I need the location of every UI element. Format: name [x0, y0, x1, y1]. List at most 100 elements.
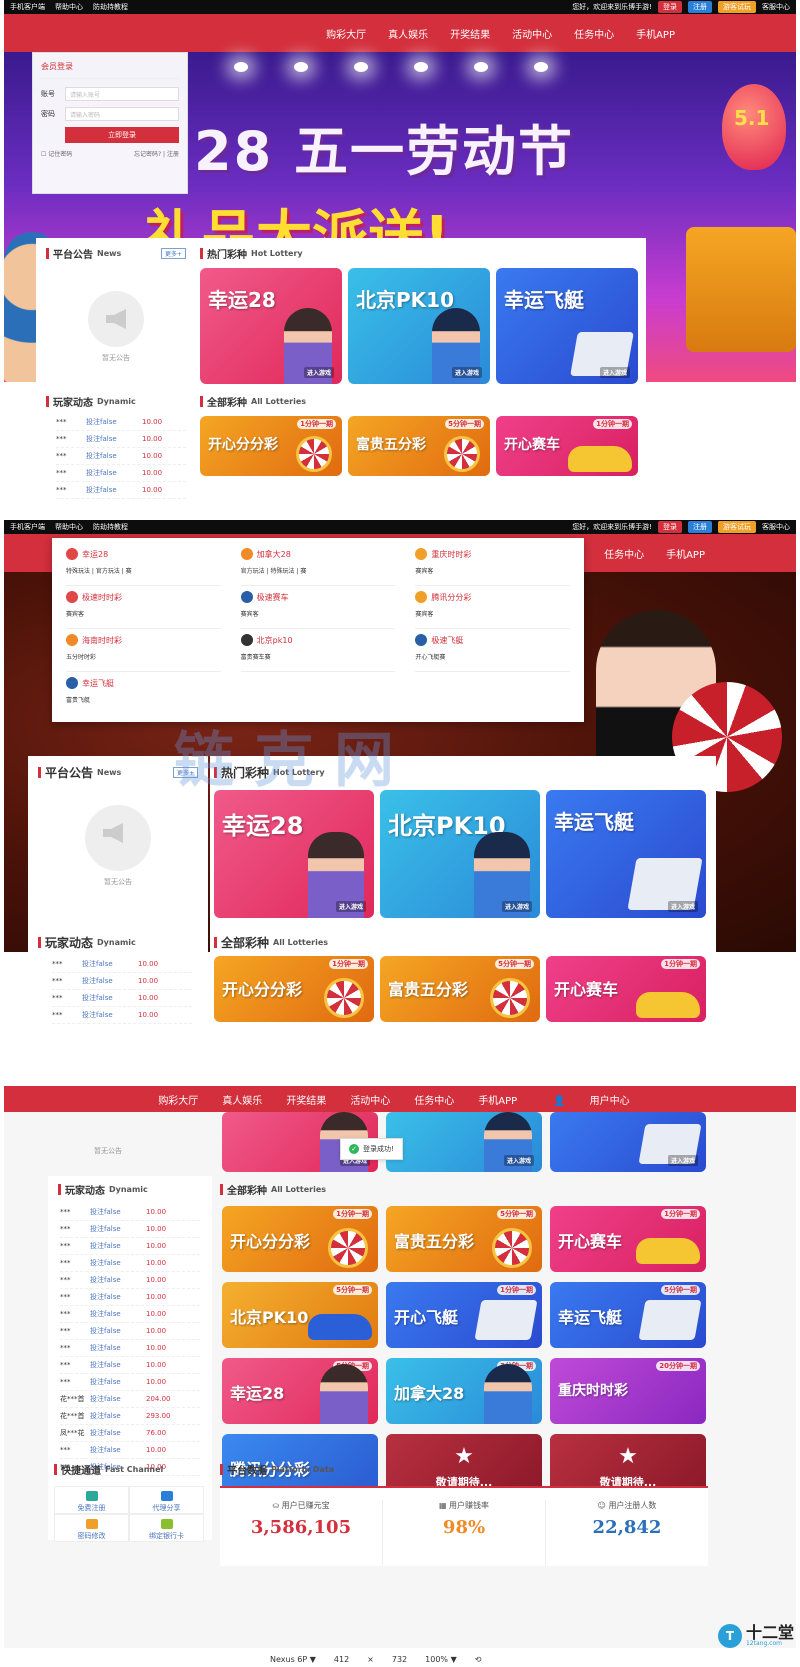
help-link[interactable]: 帮助中心	[55, 2, 83, 12]
dropdown-item-bj-pk10[interactable]: 北京pk10 富贵赛车赛	[240, 630, 396, 672]
card-xingyun-feiting[interactable]: 幸运飞艇 5分钟一期	[550, 1282, 706, 1348]
hot-card-xingyun-feiting[interactable]: 幸运飞艇 进入游戏	[496, 268, 638, 384]
nav-app[interactable]: 手机APP	[625, 26, 686, 41]
trial-button[interactable]: 游客试玩	[718, 521, 756, 533]
service-link[interactable]: 客服中心	[762, 2, 790, 12]
dropdown-item-xingyun-feiting[interactable]: 幸运飞艇 富贵飞艇	[66, 673, 221, 715]
account-input[interactable]: 请输入账号	[65, 87, 179, 101]
main-nav: 购彩大厅 真人娱乐 开奖结果 活动中心 任务中心 手机APP	[4, 14, 796, 52]
bind-bank-card-button[interactable]: 绑定银行卡	[129, 1514, 204, 1542]
nav-app[interactable]: 手机APP	[466, 1092, 529, 1107]
card-kaixin-feiting[interactable]: 开心飞艇 1分钟一期	[386, 1282, 542, 1348]
anti-hijack-link[interactable]: 防劫持教程	[93, 522, 128, 532]
nav-tasks[interactable]: 任务中心	[402, 1092, 466, 1107]
banner-headline: 28 五一劳动节	[194, 120, 574, 183]
nav-activities[interactable]: 活动中心	[501, 26, 563, 41]
dropdown-item-xingyun28[interactable]: 幸运28 特殊玩法 | 官方玩法 | 赛	[66, 544, 221, 586]
register-button[interactable]: 注册	[688, 1, 712, 13]
list-item: *** 投注false 10.00	[60, 1204, 200, 1221]
login-title: 会员登录	[41, 61, 179, 79]
card-kaixin-saiche[interactable]: 开心赛车 1分钟一期	[496, 416, 638, 476]
devtools-bar: Nexus 6P ▼ 412 × 732 100% ▼ ⟲	[0, 1652, 800, 1667]
chart-icon: ▦	[438, 1501, 450, 1510]
nav-activities[interactable]: 活动中心	[338, 1092, 402, 1107]
dynamic-panel: 玩家动态 Dynamic *** 投注false 10.00 *** 投注false 10…	[36, 388, 196, 515]
service-link[interactable]: 客服中心	[762, 522, 790, 532]
dropdown-item-hainan-ssc[interactable]: 海南时时彩 五分时时彩	[66, 630, 221, 672]
dropdown-item-cqssc[interactable]: 重庆时时彩 赛宾客	[415, 544, 570, 586]
card-fugui-5fc[interactable]: 富贵五分彩 5分钟一期	[386, 1206, 542, 1272]
rotate-icon[interactable]: ⟲	[475, 1655, 482, 1664]
dropdown-item-jisu-ssc[interactable]: 极速时时彩 赛宾客	[66, 587, 221, 629]
hot-card-xingyun28[interactable]: 幸运28 进入游戏	[214, 790, 374, 918]
list-item: *** 投注false 10.00	[60, 1442, 200, 1459]
nav-app[interactable]: 手机APP	[655, 546, 716, 561]
device-select[interactable]: Nexus 6P ▼	[270, 1655, 316, 1664]
register-button[interactable]: 注册	[688, 521, 712, 533]
list-item: *** 投注false 10.00	[60, 1306, 200, 1323]
change-password-button[interactable]: 密码修改	[54, 1514, 129, 1542]
forgot-password-link[interactable]: 忘记密码?	[134, 151, 161, 158]
width-field[interactable]: 412	[334, 1655, 349, 1664]
list-item: 花***首 投注false 204.00	[60, 1391, 200, 1408]
nav-lottery-hall[interactable]: 购彩大厅	[315, 26, 377, 41]
nav-tasks[interactable]: 任务中心	[593, 546, 655, 561]
platform-data-header: 平台数据 Platform Data	[216, 1458, 714, 1482]
login-button[interactable]: 登录	[658, 521, 682, 533]
notice-panel: 平台公告 News 更多+ 暂无公告	[36, 238, 196, 388]
hot-card-pk10[interactable]: 北京PK10 进入游戏	[348, 268, 490, 384]
login-submit-button[interactable]: 立即登录	[65, 127, 179, 143]
nav-live-casino[interactable]: 真人娱乐	[210, 1092, 274, 1107]
card-cq-ssc[interactable]: 重庆时时彩 20分钟一期	[550, 1358, 706, 1424]
hot-card-xingyun28[interactable]: 幸运28 进入游戏	[200, 268, 342, 384]
trial-button[interactable]: 游客试玩	[718, 1, 756, 13]
stat-rate: ▦ 用户赚钱率 98%	[383, 1500, 546, 1566]
mobile-client-link[interactable]: 手机客户端	[10, 522, 45, 532]
dropdown-item-jisu-saiche[interactable]: 极速赛车 赛宾客	[240, 587, 396, 629]
nav-live-casino[interactable]: 真人娱乐	[377, 26, 439, 41]
nav-user-center[interactable]: 👤 用户中心	[529, 1092, 653, 1107]
agent-share-button[interactable]: 代理分享	[129, 1486, 204, 1514]
card-kaixin-saiche[interactable]: 开心赛车 1分钟一期	[550, 1206, 706, 1272]
remember-checkbox[interactable]: ☐ 记住密码	[41, 149, 72, 158]
card-fugui-5fc[interactable]: 富贵五分彩 5分钟一期	[348, 416, 490, 476]
hot-card-xingyun-feiting[interactable]: 幸运飞艇 进入游戏	[546, 790, 706, 918]
dropdown-item-jisu-feiting[interactable]: 极速飞艇 开心飞艇赛	[415, 630, 570, 672]
nav-lottery-hall[interactable]: 购彩大厅	[146, 1092, 210, 1107]
sticky-nav: 购彩大厅 真人娱乐 开奖结果 活动中心 任务中心 手机APP 👤 用户中心	[4, 1086, 796, 1112]
card-xingyun28[interactable]: 幸运285分钟一期	[222, 1358, 378, 1424]
card-kaixin-ffc[interactable]: 开心分分彩 1分钟一期	[214, 956, 374, 1022]
notice-title: 平台公告	[53, 250, 93, 261]
card-kaixin-ffc[interactable]: 开心分分彩 1分钟一期	[222, 1206, 378, 1272]
zoom-select[interactable]: 100% ▼	[425, 1655, 457, 1664]
dynamic-list: *** 投注false 10.00 *** 投注false 10.00 *** 投注fal…	[60, 1204, 200, 1476]
dropdown-item-tengxun-ffc[interactable]: 腾讯分分彩 赛宾客	[415, 587, 570, 629]
hot-card-pk10[interactable]: 进入游戏	[386, 1112, 542, 1172]
register-link[interactable]: 注册	[167, 151, 179, 158]
password-label: 密码	[41, 110, 55, 118]
card-jianada28[interactable]: 加拿大283分钟一期	[386, 1358, 542, 1424]
list-item: *** 投注false 10.00	[60, 1272, 200, 1289]
dropdown-item-jianada28[interactable]: 加拿大28 官方玩法 | 特殊玩法 | 赛	[240, 544, 396, 586]
list-item: 花***首 投注false 293.00	[60, 1408, 200, 1425]
card-bj-pk10[interactable]: 北京PK10 5分钟一期	[222, 1282, 378, 1348]
card-kaixin-ffc[interactable]: 开心分分彩 1分钟一期	[200, 416, 342, 476]
nav-results[interactable]: 开奖结果	[274, 1092, 338, 1107]
password-input[interactable]: 请输入密码	[65, 107, 179, 121]
login-button[interactable]: 登录	[658, 1, 682, 13]
hot-card-xingyun-feiting[interactable]: 进入游戏	[550, 1112, 706, 1172]
nav-results[interactable]: 开奖结果	[439, 26, 501, 41]
help-link[interactable]: 帮助中心	[55, 522, 83, 532]
stat-earned: ⛀ 用户已赚元宝 3,586,105	[220, 1500, 383, 1566]
free-register-button[interactable]: 免费注册	[54, 1486, 129, 1514]
card-kaixin-saiche[interactable]: 开心赛车 1分钟一期	[546, 956, 706, 1022]
list-item: *** 投注false 10.00	[60, 1323, 200, 1340]
mobile-client-link[interactable]: 手机客户端	[10, 2, 45, 12]
height-field[interactable]: 732	[392, 1655, 407, 1664]
card-fugui-5fc[interactable]: 富贵五分彩 5分钟一期	[380, 956, 540, 1022]
hot-card-pk10[interactable]: 北京PK10 进入游戏	[380, 790, 540, 918]
lottery-icon	[240, 548, 253, 560]
anti-hijack-link[interactable]: 防劫持教程	[93, 2, 128, 12]
nav-tasks[interactable]: 任务中心	[563, 26, 625, 41]
more-button[interactable]: 更多+	[160, 248, 186, 259]
